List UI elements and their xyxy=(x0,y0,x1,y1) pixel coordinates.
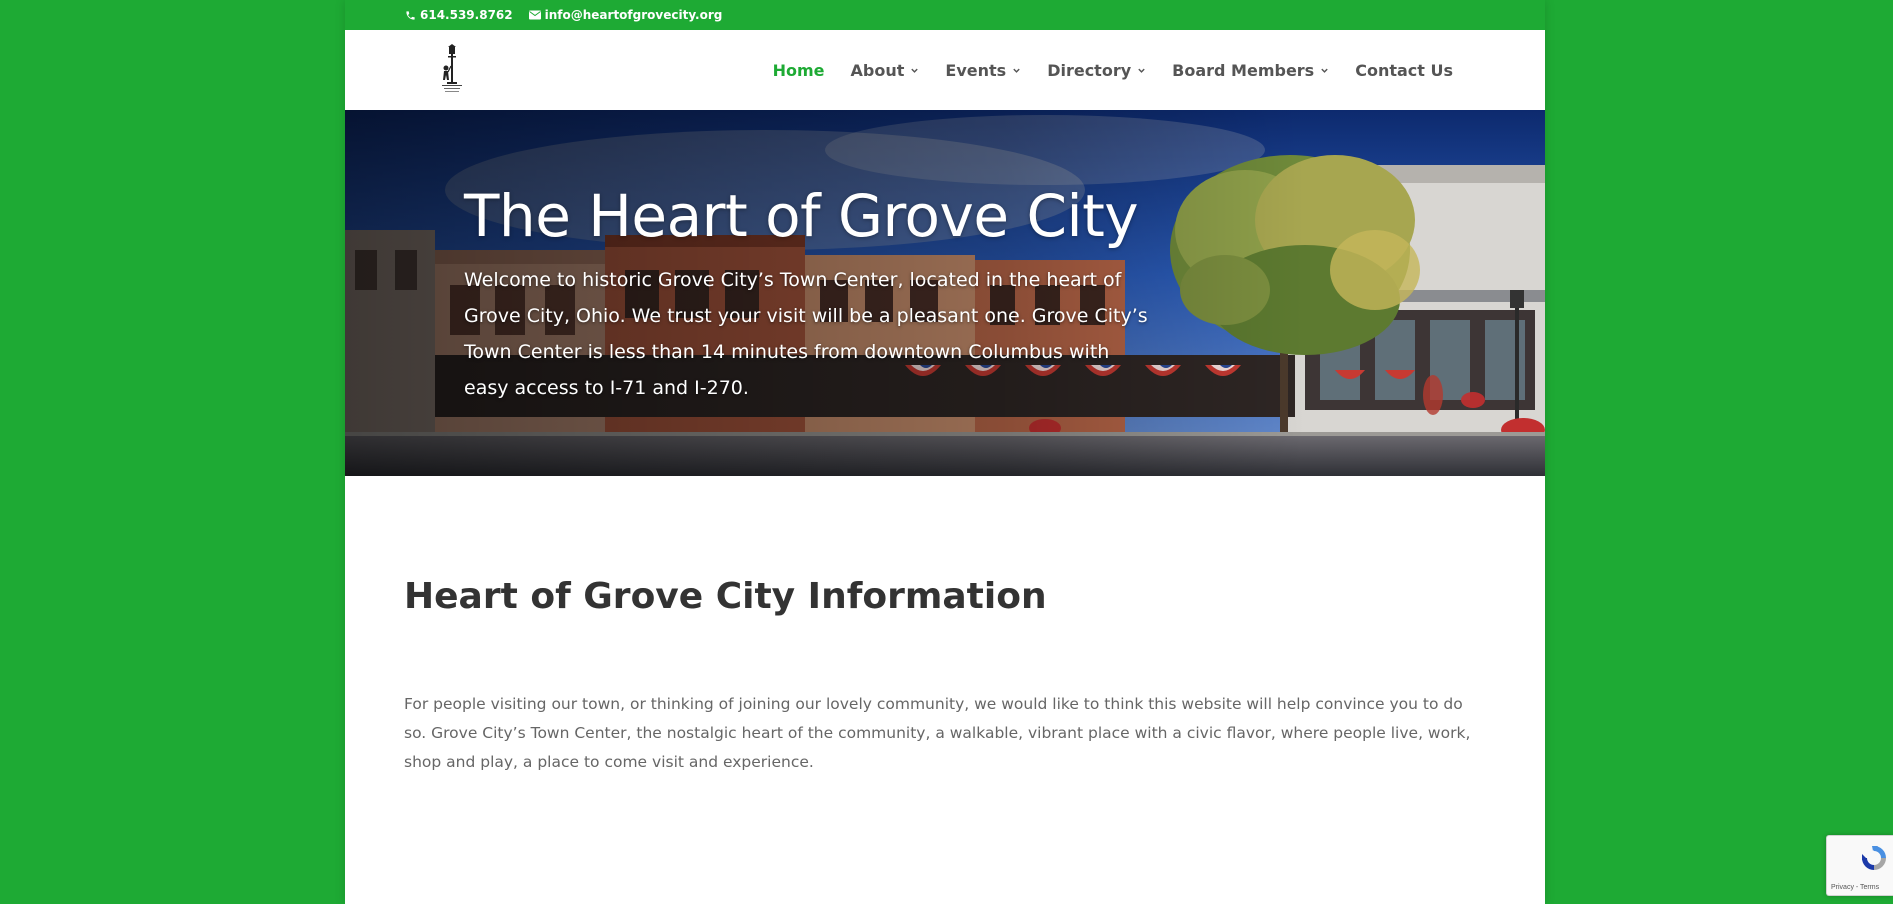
page-container: 614.539.8762 info@heartofgrovecity.org H… xyxy=(345,0,1545,904)
lamppost-logo-icon xyxy=(442,44,462,92)
phone-icon xyxy=(406,10,415,20)
chevron-down-icon xyxy=(1013,68,1020,73)
phone-number: 614.539.8762 xyxy=(420,8,513,22)
hero-title: The Heart of Grove City xyxy=(464,182,1139,250)
nav-item-contact-us[interactable]: Contact Us xyxy=(1355,61,1453,80)
nav-item-label: Events xyxy=(945,60,1007,80)
site-header: Home About Events Directory Board Members Con… xyxy=(345,30,1545,110)
chevron-down-icon xyxy=(1138,68,1145,73)
nav-item-label: Contact Us xyxy=(1355,60,1453,80)
chevron-down-icon xyxy=(911,68,919,73)
nav-item-events[interactable]: Events xyxy=(945,61,1021,80)
nav-item-about[interactable]: About xyxy=(851,61,920,80)
info-heading: Heart of Grove City Information xyxy=(404,576,1047,617)
nav-item-home[interactable]: Home xyxy=(773,61,825,80)
main-nav: Home About Events Directory Board Members Con… xyxy=(773,30,1453,110)
nav-item-label: Directory xyxy=(1047,60,1132,80)
email-link[interactable]: info@heartofgrovecity.org xyxy=(528,8,723,22)
nav-item-board-members[interactable]: Board Members xyxy=(1172,61,1329,80)
chevron-down-icon xyxy=(1321,68,1328,73)
recaptcha-privacy-terms[interactable]: Privacy - Terms xyxy=(1831,884,1879,891)
info-paragraph: For people visiting our town, or thinkin… xyxy=(404,695,1471,771)
nav-item-label: Board Members xyxy=(1172,60,1315,80)
nav-item-label: About xyxy=(850,60,905,80)
email-address: info@heartofgrovecity.org xyxy=(544,8,723,22)
nav-item-directory[interactable]: Directory xyxy=(1047,61,1146,80)
phone-link[interactable]: 614.539.8762 xyxy=(405,8,513,22)
nav-item-label: Home xyxy=(772,60,825,80)
envelope-icon xyxy=(528,10,541,20)
hero-banner: The Heart of Grove City Welcome to histo… xyxy=(345,110,1545,476)
recaptcha-icon xyxy=(1862,846,1886,870)
hero-description: Welcome to historic Grove City’s Town Ce… xyxy=(464,269,1148,399)
recaptcha-badge[interactable]: Privacy - Terms xyxy=(1826,835,1893,896)
top-bar: 614.539.8762 info@heartofgrovecity.org xyxy=(345,0,1545,30)
site-logo[interactable] xyxy=(439,44,465,94)
